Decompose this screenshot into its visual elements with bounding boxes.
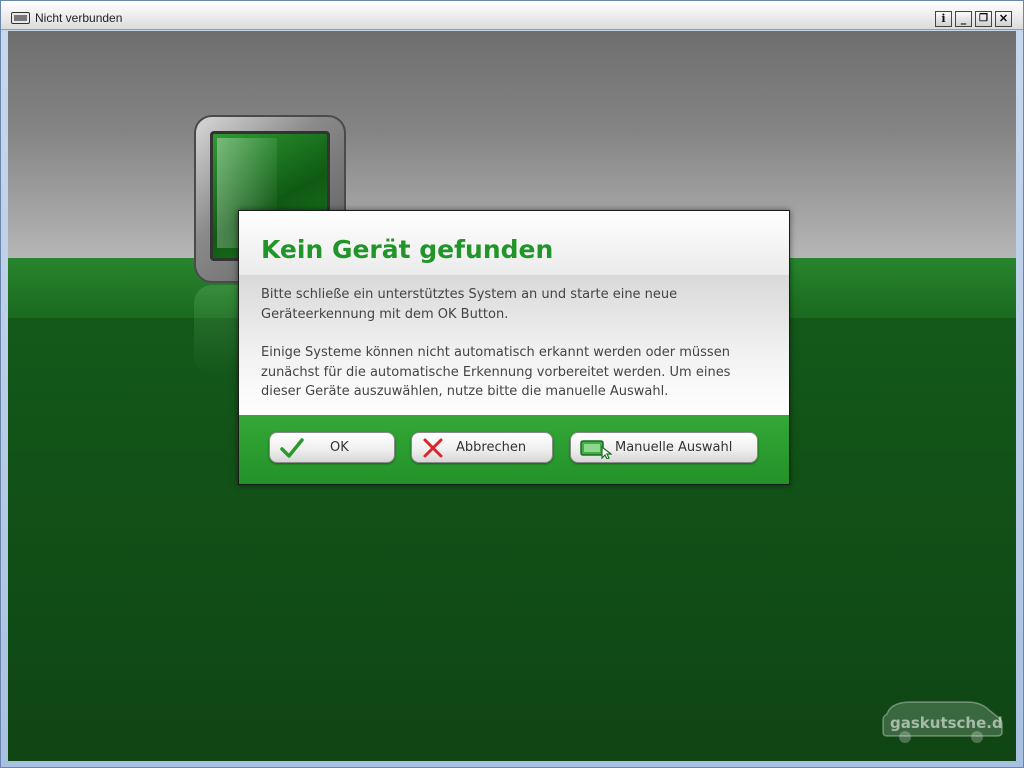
dialog-message-1: Bitte schließe ein unterstütztes System …: [261, 287, 678, 322]
manual-selection-button-label: Manuelle Auswahl: [615, 440, 733, 455]
manual-selection-button[interactable]: Manuelle Auswahl: [570, 432, 758, 463]
cancel-button[interactable]: Abbrechen: [411, 432, 553, 463]
device-pointer-icon: [580, 440, 612, 459]
x-icon: [423, 438, 443, 458]
dialog-body: Bitte schließe ein unterstütztes System …: [239, 275, 789, 415]
main-content: Kein Gerät gefunden Bitte schließe ein u…: [8, 31, 1016, 761]
logo-text: gaskutsche.de: [890, 714, 1003, 732]
window-title: Nicht verbunden: [35, 11, 123, 25]
restore-button[interactable]: ❐: [975, 11, 992, 27]
title-bar[interactable]: Nicht verbunden i _ ❐ ✕: [1, 1, 1023, 30]
cancel-button-label: Abbrechen: [456, 440, 527, 455]
ok-button-label: OK: [330, 440, 349, 455]
close-button[interactable]: ✕: [995, 11, 1012, 27]
app-window: Nicht verbunden i _ ❐ ✕ Kein Gerät gefun…: [0, 0, 1024, 768]
check-icon: [280, 438, 304, 458]
gaskutsche-logo: gaskutsche.de: [882, 701, 1003, 743]
minimize-button[interactable]: _: [955, 11, 972, 27]
info-button[interactable]: i: [935, 11, 952, 27]
ok-button[interactable]: OK: [269, 432, 395, 463]
dialog-title: Kein Gerät gefunden: [261, 235, 554, 264]
dialog-header: Kein Gerät gefunden: [239, 211, 789, 275]
dialog-footer: OK Abbrechen Manuelle Auswahl: [239, 415, 789, 484]
no-device-dialog: Kein Gerät gefunden Bitte schließe ein u…: [238, 210, 790, 485]
monitor-icon: [11, 12, 30, 24]
dialog-message-2: Einige Systeme können nicht automatisch …: [261, 345, 731, 399]
